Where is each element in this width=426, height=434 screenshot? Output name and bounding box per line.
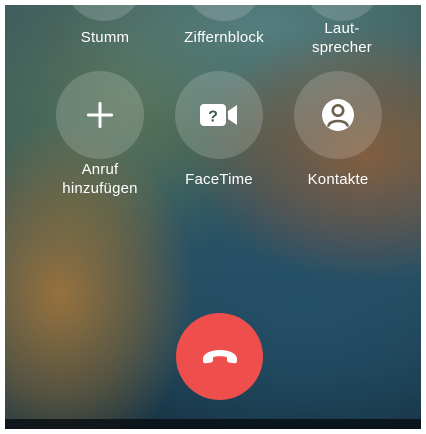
svg-text:?: ?: [208, 109, 218, 126]
contacts-label: Kontakte: [307, 171, 369, 188]
bottom-edge: [5, 419, 421, 429]
plus-icon: [87, 102, 113, 128]
end-call-button[interactable]: [176, 313, 263, 400]
person-circle-icon: [322, 99, 354, 131]
speaker-label: Laut- sprecher: [312, 20, 372, 56]
keypad-button[interactable]: [185, 5, 263, 21]
mute-button[interactable]: [65, 5, 143, 21]
call-screen: Stumm Ziffernblock Laut- sprecher Anruf …: [5, 5, 421, 429]
facetime-icon: ?: [200, 104, 237, 126]
facetime-button[interactable]: ?: [175, 71, 263, 159]
phone-down-icon: [202, 349, 237, 363]
add-call-button[interactable]: [56, 71, 144, 159]
contacts-button[interactable]: [294, 71, 382, 159]
